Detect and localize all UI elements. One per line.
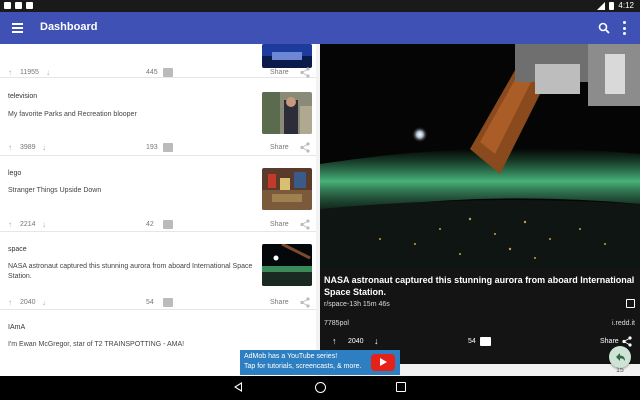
detail-author: 7785pol [324, 320, 349, 327]
upvote-icon[interactable]: ↑ [332, 336, 337, 346]
comment-count: 54 [146, 299, 154, 306]
menu-icon[interactable] [12, 23, 23, 33]
post-title: My favorite Parks and Recreation blooper [8, 111, 137, 118]
system-nav-bar [0, 376, 640, 400]
share-icon[interactable] [300, 67, 310, 78]
vote-row: ↑ 2040 ↓ 54 Share [0, 297, 316, 308]
comment-count: 193 [146, 144, 158, 151]
comment-icon[interactable] [163, 298, 173, 307]
share-icon[interactable] [300, 219, 310, 230]
post-list: ↑ 11955 ↓ 445 Share television My favori… [0, 44, 320, 376]
comment-count: 445 [146, 69, 158, 76]
notification-icons [4, 2, 33, 9]
notification-icon [15, 2, 22, 9]
post-title: Stranger Things Upside Down [8, 187, 102, 194]
comment-icon[interactable] [163, 143, 173, 152]
overflow-menu-icon[interactable] [622, 21, 626, 35]
post-thumbnail[interactable] [262, 44, 312, 68]
upvote-icon[interactable]: ↑ [8, 298, 12, 307]
score: 2040 [20, 299, 36, 306]
post-thumbnail[interactable] [262, 92, 312, 134]
battery-icon [609, 2, 615, 10]
list-item[interactable]: television My favorite Parks and Recreat… [0, 78, 316, 156]
vote-row: ↑ 2214 ↓ 42 Share [0, 219, 316, 230]
comment-icon[interactable] [480, 337, 491, 346]
share-button[interactable]: Share [270, 221, 289, 228]
downvote-icon[interactable]: ↓ [42, 220, 46, 229]
downvote-icon[interactable]: ↓ [46, 68, 50, 77]
post-thumbnail[interactable] [262, 168, 312, 210]
post-thumbnail[interactable] [262, 244, 312, 286]
detail-vote-row: ↑ 2040 ↓ 54 Share [320, 336, 640, 348]
next-post-count: 15 [616, 367, 624, 374]
share-button[interactable]: Share [270, 299, 289, 306]
share-icon[interactable] [300, 297, 310, 308]
downvote-icon[interactable]: ↓ [374, 336, 379, 346]
detail-comment-count: 54 [468, 338, 476, 345]
back-icon[interactable] [234, 382, 242, 392]
signal-icon [597, 2, 606, 10]
post-title: I'm Ewan McGregor, star of T2 TRAINSPOTT… [8, 341, 185, 348]
subreddit-label: space [8, 246, 27, 253]
comment-count: 42 [146, 221, 154, 228]
score: 2214 [20, 221, 36, 228]
share-button[interactable]: Share [600, 338, 619, 345]
share-button[interactable]: Share [270, 144, 289, 151]
share-button[interactable]: Share [270, 69, 289, 76]
share-icon[interactable] [300, 142, 310, 153]
ad-banner[interactable]: AdMob has a YouTube series! Tap for tuto… [240, 350, 400, 375]
subreddit-label: IAmA [8, 324, 26, 331]
search-icon[interactable] [598, 22, 610, 34]
subreddit-label: lego [8, 170, 22, 177]
comment-icon[interactable] [163, 220, 173, 229]
open-link-icon[interactable] [626, 299, 635, 308]
detail-meta: r/space-13h 15m 46s [324, 301, 390, 308]
share-icon[interactable] [622, 336, 632, 347]
list-item[interactable]: ↑ 11955 ↓ 445 Share [0, 44, 316, 78]
post-image[interactable] [320, 44, 640, 268]
post-detail: NASA astronaut captured this stunning au… [320, 44, 640, 376]
home-icon[interactable] [315, 382, 326, 393]
app-bar: Dashboard [0, 12, 640, 44]
downvote-icon[interactable]: ↓ [42, 298, 46, 307]
downvote-icon[interactable]: ↓ [42, 143, 46, 152]
comment-icon[interactable] [163, 68, 173, 77]
reply-icon[interactable] [609, 346, 631, 368]
upvote-icon[interactable]: ↑ [8, 143, 12, 152]
youtube-icon [371, 354, 395, 371]
vote-row: ↑ 3989 ↓ 193 Share [0, 142, 316, 153]
clock: 4:12 [618, 1, 634, 10]
upvote-icon[interactable]: ↑ [8, 68, 12, 77]
status-bar: 4:12 [0, 0, 640, 12]
vote-row: ↑ 11955 ↓ 445 Share [0, 67, 316, 78]
score: 11955 [20, 69, 39, 76]
list-item[interactable]: space NASA astronaut captured this stunn… [0, 232, 316, 310]
detail-domain[interactable]: i.redd.it [612, 320, 635, 327]
detail-score: 2040 [348, 338, 364, 345]
subreddit-label: television [8, 93, 38, 100]
post-title: NASA astronaut captured this stunning au… [8, 263, 253, 280]
page-title: Dashboard [40, 21, 98, 33]
notification-icon [4, 2, 11, 9]
recents-icon[interactable] [396, 382, 406, 392]
notification-icon [26, 2, 33, 9]
list-item[interactable]: lego Stranger Things Upside Down ↑ 2214 … [0, 156, 316, 232]
system-status: 4:12 [597, 1, 634, 11]
upvote-icon[interactable]: ↑ [8, 220, 12, 229]
score: 3989 [20, 144, 36, 151]
detail-title: NASA astronaut captured this stunning au… [324, 275, 635, 297]
